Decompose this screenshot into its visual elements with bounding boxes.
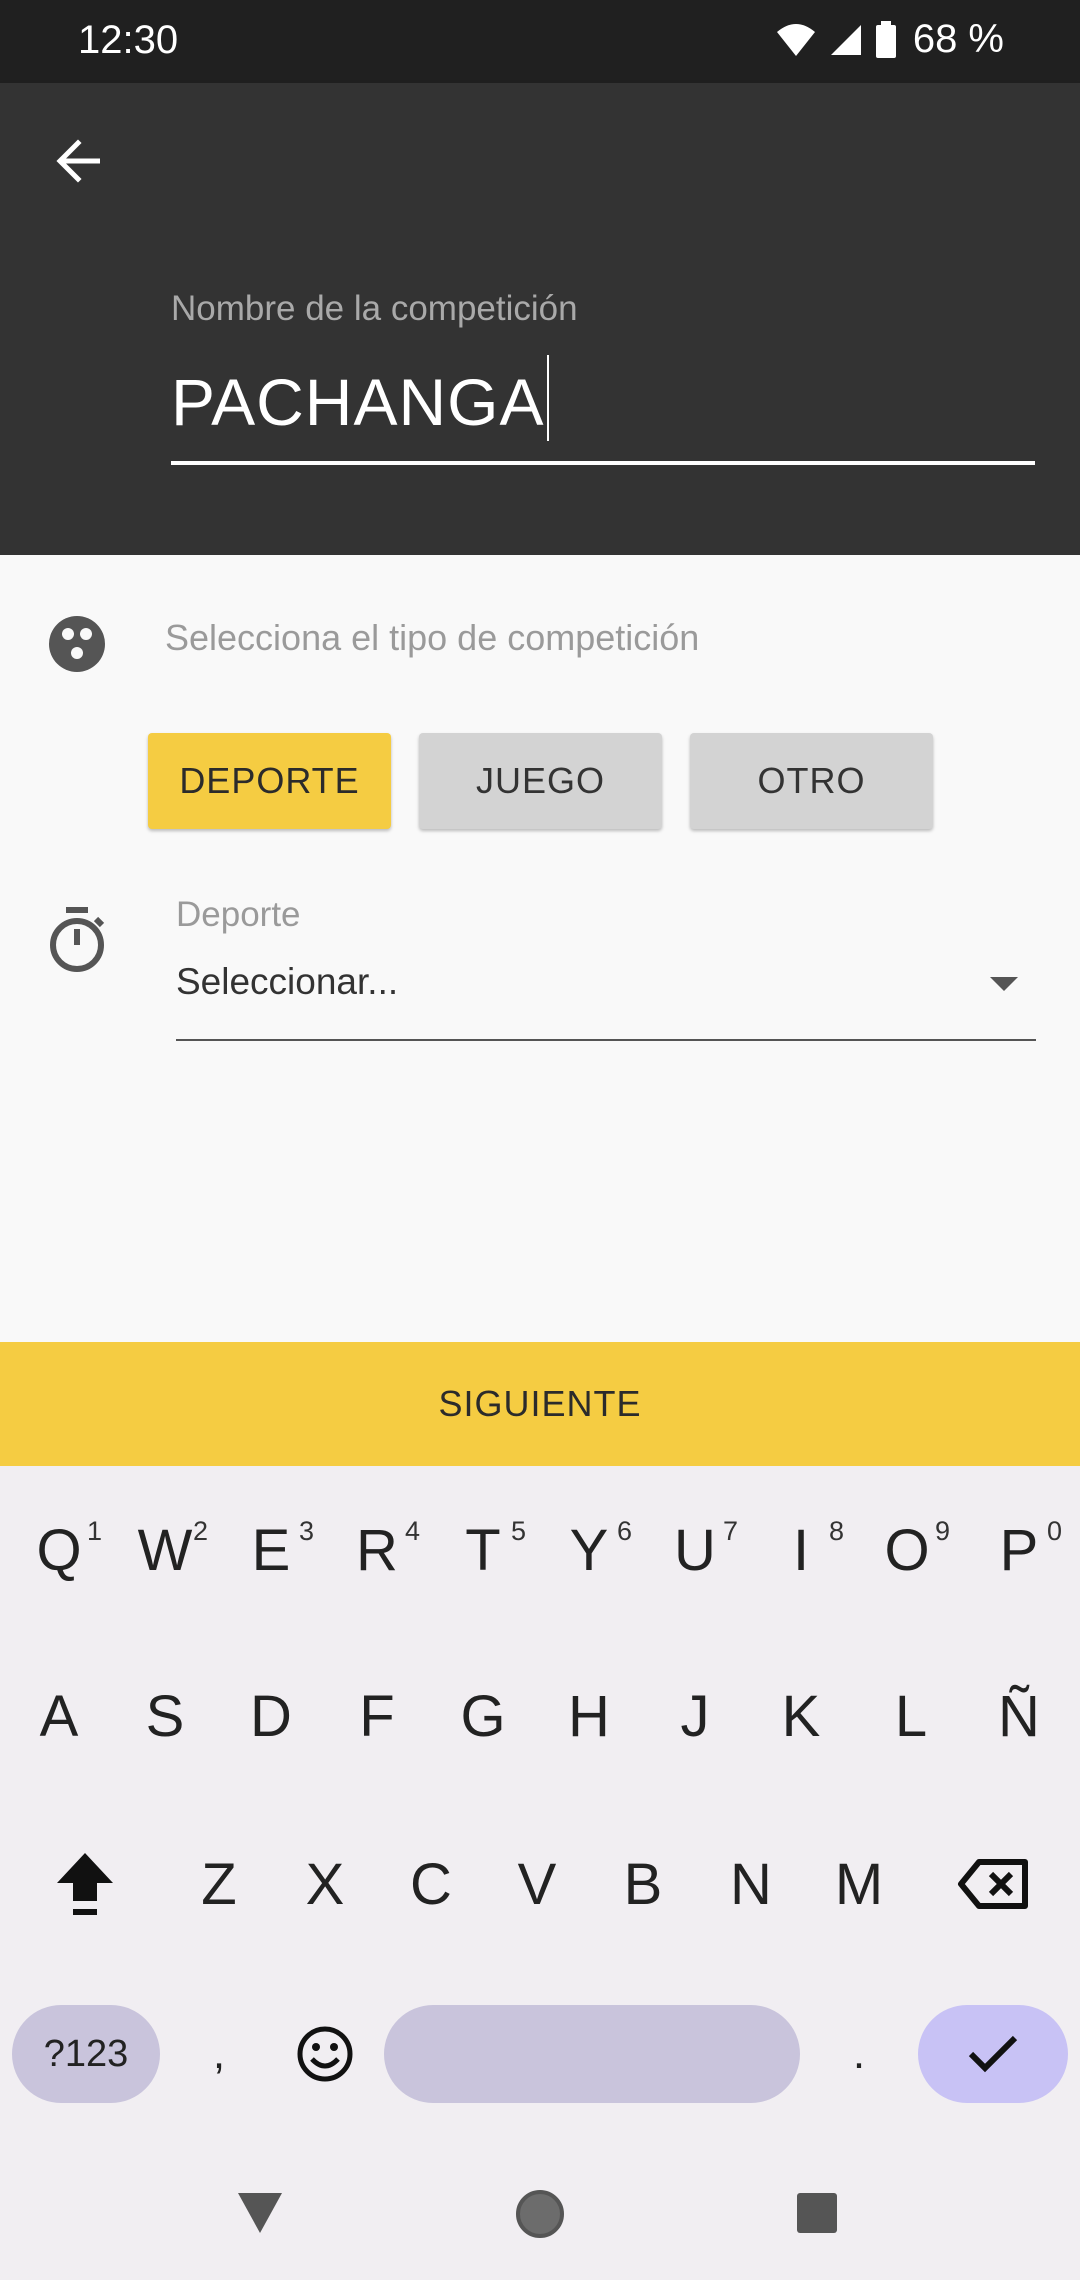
key-label: Q: [36, 1517, 82, 1583]
nav-recents-icon[interactable]: [796, 2192, 838, 2234]
key-hint: 7: [722, 1516, 738, 1546]
key-l[interactable]: L: [858, 1656, 964, 1776]
keyboard: Q1 W2 E3 R4 T5 Y6 U7 I8 O9 P0 A S D F G …: [0, 1466, 1080, 2280]
key-x[interactable]: X: [272, 1824, 378, 1944]
key-hint: 3: [298, 1516, 314, 1546]
competition-name-value: PACHANGA: [171, 365, 545, 439]
timer-icon: [50, 907, 105, 972]
sport-select[interactable]: Seleccionar...: [176, 955, 1036, 1041]
key-hint: 2: [192, 1516, 208, 1546]
key-hint: 1: [86, 1516, 102, 1546]
form-content: Selecciona el tipo de competición DEPORT…: [0, 555, 1080, 1342]
key-v[interactable]: V: [484, 1824, 590, 1944]
sport-label: Deporte: [176, 895, 301, 934]
key-z[interactable]: Z: [166, 1824, 272, 1944]
text-caret: [546, 355, 549, 441]
nav-back-icon[interactable]: [236, 2191, 284, 2235]
key-label: T: [465, 1517, 501, 1583]
app-bar: Nombre de la competición PACHANGA: [0, 83, 1080, 555]
key-e[interactable]: E3: [218, 1490, 324, 1610]
status-bar: 12:30 68 %: [0, 0, 1080, 83]
competition-type-chips: DEPORTE JUEGO OTRO: [148, 733, 933, 829]
sport-select-value: Seleccionar...: [176, 961, 399, 1002]
competition-name-input[interactable]: PACHANGA: [171, 355, 1035, 465]
key-q[interactable]: Q1: [6, 1490, 112, 1610]
symbols-key[interactable]: ?123: [12, 2005, 160, 2103]
backspace-key[interactable]: [940, 1824, 1046, 1944]
navigation-bar: [0, 2168, 1080, 2280]
back-button[interactable]: [44, 127, 112, 195]
type-chip-juego[interactable]: JUEGO: [419, 733, 662, 829]
keyboard-row-1: Q1 W2 E3 R4 T5 Y6 U7 I8 O9 P0: [0, 1490, 1080, 1610]
key-r[interactable]: R4: [324, 1490, 430, 1610]
key-hint: 9: [934, 1516, 950, 1546]
key-hint: 8: [828, 1516, 844, 1546]
comma-key[interactable]: ,: [166, 1998, 272, 2110]
check-icon: [968, 2035, 1018, 2073]
status-time: 12:30: [78, 18, 179, 62]
signal-icon: [830, 24, 861, 55]
spacebar[interactable]: [384, 2005, 800, 2103]
status-icons: 68 %: [775, 17, 1004, 62]
key-n[interactable]: N: [698, 1824, 804, 1944]
key-label: E: [251, 1517, 291, 1583]
key-f[interactable]: F: [324, 1656, 430, 1776]
keyboard-row-3: Z X C V B N M: [0, 1824, 1080, 1944]
key-label: P: [999, 1517, 1039, 1583]
key-c[interactable]: C: [378, 1824, 484, 1944]
key-p[interactable]: P0: [966, 1490, 1072, 1610]
key-a[interactable]: A: [6, 1656, 112, 1776]
key-i[interactable]: I8: [748, 1490, 854, 1610]
period-key[interactable]: .: [806, 1998, 912, 2110]
key-hint: 5: [510, 1516, 526, 1546]
backspace-icon: [958, 1859, 1028, 1909]
key-d[interactable]: D: [218, 1656, 324, 1776]
keyboard-row-4: ?123 , .: [0, 1998, 1080, 2110]
key-enye[interactable]: Ñ: [966, 1656, 1072, 1776]
wifi-icon: [776, 23, 815, 56]
key-m[interactable]: M: [806, 1824, 912, 1944]
key-j[interactable]: J: [642, 1656, 748, 1776]
dice-icon: [49, 616, 105, 672]
battery-icon: [875, 20, 896, 58]
emoji-icon: [297, 2026, 353, 2082]
key-hint: 0: [1046, 1516, 1062, 1546]
key-g[interactable]: G: [430, 1656, 536, 1776]
key-t[interactable]: T5: [430, 1490, 536, 1610]
key-hint: 4: [404, 1516, 420, 1546]
type-chip-otro[interactable]: OTRO: [690, 733, 933, 829]
key-y[interactable]: Y6: [536, 1490, 642, 1610]
next-button[interactable]: SIGUIENTE: [0, 1342, 1080, 1466]
key-h[interactable]: H: [536, 1656, 642, 1776]
shift-key[interactable]: [32, 1824, 138, 1944]
key-u[interactable]: U7: [642, 1490, 748, 1610]
arrow-back-icon: [56, 139, 100, 183]
keyboard-row-2: A S D F G H J K L Ñ: [0, 1656, 1080, 1776]
emoji-key[interactable]: [272, 1998, 378, 2110]
key-s[interactable]: S: [112, 1656, 218, 1776]
key-label: O: [884, 1517, 930, 1583]
key-label: U: [674, 1517, 716, 1583]
key-b[interactable]: B: [590, 1824, 696, 1944]
shift-icon: [57, 1853, 113, 1915]
type-chip-deporte[interactable]: DEPORTE: [148, 733, 391, 829]
key-hint: 6: [616, 1516, 632, 1546]
competition-name-label: Nombre de la competición: [171, 289, 578, 328]
key-o[interactable]: O9: [854, 1490, 960, 1610]
dropdown-arrow-icon: [990, 977, 1018, 991]
nav-home-icon[interactable]: [514, 2188, 566, 2240]
key-label: I: [792, 1517, 810, 1583]
battery-percent: 68 %: [912, 17, 1004, 61]
key-label: Y: [569, 1517, 609, 1583]
competition-type-label: Selecciona el tipo de competición: [165, 617, 700, 658]
key-label: R: [356, 1517, 398, 1583]
done-key[interactable]: [918, 2005, 1068, 2103]
key-w[interactable]: W2: [112, 1490, 218, 1610]
key-k[interactable]: K: [748, 1656, 854, 1776]
key-label: W: [137, 1517, 193, 1583]
